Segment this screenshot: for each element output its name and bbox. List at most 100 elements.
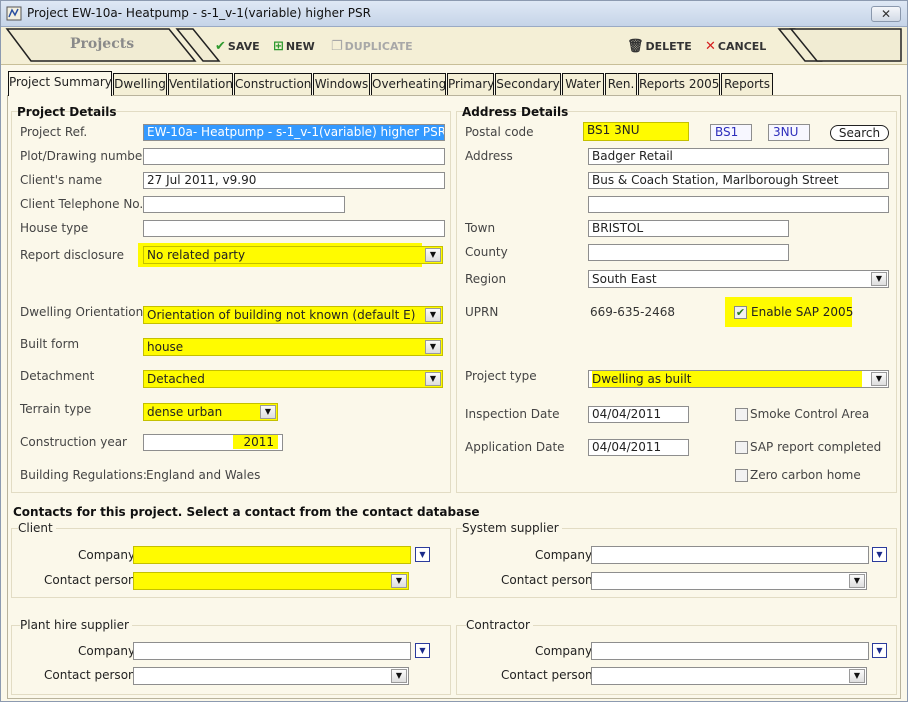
project-type-select[interactable]: Dwelling as built ▼ <box>588 370 889 388</box>
search-button[interactable]: Search <box>830 125 889 141</box>
contractor-company-dropdown-icon[interactable]: ▼ <box>872 643 887 658</box>
new-document-icon: ⊞ <box>273 39 284 54</box>
cancel-button[interactable]: ✕ CANCEL <box>705 39 766 54</box>
project-ref-input[interactable]: EW-10a- Heatpump - s-1_v-1(variable) hig… <box>143 124 445 141</box>
project-type-label: Project type <box>465 369 537 383</box>
title-bar: Project EW-10a- Heatpump - s-1_v-1(varia… <box>1 1 907 27</box>
contractor-group-title: Contractor <box>466 618 533 632</box>
address-line3-input[interactable] <box>588 196 889 213</box>
postal-code-part1: BS1 <box>710 124 752 141</box>
chevron-down-icon[interactable]: ▼ <box>871 272 887 286</box>
client-group-title: Client <box>18 521 56 535</box>
report-disclosure-select[interactable]: No related party ▼ <box>143 246 443 264</box>
client-company-label: Company <box>78 548 136 562</box>
supplier-person-select[interactable]: ▼ <box>591 572 867 590</box>
tab-secondary[interactable]: Secondary <box>495 73 561 95</box>
tab-primary[interactable]: Primary <box>447 73 494 95</box>
trash-icon: 🗑 <box>627 39 644 54</box>
plant-hire-group-title: Plant hire supplier <box>20 618 132 632</box>
county-label: County <box>465 245 508 259</box>
building-regs-value: England and Wales <box>146 468 261 482</box>
save-button[interactable]: ✔ SAVE <box>215 39 260 54</box>
tab-windows[interactable]: Windows <box>313 73 370 95</box>
chevron-down-icon[interactable]: ▼ <box>849 574 865 588</box>
tab-water[interactable]: Water <box>562 73 604 95</box>
window-title: Project EW-10a- Heatpump - s-1_v-1(varia… <box>27 6 371 20</box>
tab-overheating[interactable]: Overheating <box>371 73 446 95</box>
address-line2-input[interactable]: Bus & Coach Station, Marlborough Street <box>588 172 889 189</box>
chevron-down-icon[interactable]: ▼ <box>425 248 441 262</box>
tab-ventilation[interactable]: Ventilation <box>168 73 233 95</box>
inspection-date-label: Inspection Date <box>465 407 560 421</box>
tab-project-summary[interactable]: Project Summary <box>8 71 112 96</box>
app-icon <box>6 6 22 21</box>
chevron-down-icon[interactable]: ▼ <box>425 308 441 322</box>
address-details-heading: Address Details <box>462 105 569 119</box>
client-person-select[interactable]: ▼ <box>133 572 409 590</box>
region-label: Region <box>465 272 507 286</box>
postal-code-label: Postal code <box>465 125 534 139</box>
detachment-select[interactable]: Detached ▼ <box>143 370 443 388</box>
smoke-control-checkbox[interactable] <box>735 408 748 421</box>
new-button[interactable]: ⊞ NEW <box>273 39 315 54</box>
supplier-group-title: System supplier <box>462 521 562 535</box>
chevron-down-icon[interactable]: ▼ <box>849 669 865 683</box>
client-company-dropdown-icon[interactable]: ▼ <box>415 547 430 562</box>
terrain-type-label: Terrain type <box>20 402 92 416</box>
built-form-select[interactable]: house ▼ <box>143 338 443 356</box>
tab-construction[interactable]: Construction <box>234 73 312 95</box>
plant-company-select[interactable] <box>133 642 411 660</box>
sap-report-label: SAP report completed <box>750 440 882 454</box>
address-line1-input[interactable]: Badger Retail <box>588 148 889 165</box>
plant-company-dropdown-icon[interactable]: ▼ <box>415 643 430 658</box>
contractor-company-select[interactable] <box>591 642 869 660</box>
contacts-heading: Contacts for this project. Select a cont… <box>13 505 480 519</box>
house-type-label: House type <box>20 221 89 235</box>
county-input[interactable] <box>588 244 789 261</box>
chevron-down-icon[interactable]: ▼ <box>871 372 887 386</box>
client-phone-input[interactable] <box>143 196 345 213</box>
inspection-date-input[interactable]: 04/04/2011 <box>588 406 689 423</box>
delete-button[interactable]: 🗑 DELETE <box>627 39 692 54</box>
construction-year-label: Construction year <box>20 435 127 449</box>
plant-person-label: Contact person <box>44 668 136 682</box>
region-select[interactable]: South East ▼ <box>588 270 889 288</box>
supplier-company-select[interactable] <box>591 546 869 564</box>
uprn-label: UPRN <box>465 305 499 319</box>
project-details-heading: Project Details <box>17 105 117 119</box>
close-button[interactable]: ✕ <box>871 6 901 22</box>
terrain-type-select[interactable]: dense urban ▼ <box>143 403 278 421</box>
projects-section-label[interactable]: Projects <box>70 36 134 52</box>
chevron-down-icon[interactable]: ▼ <box>391 669 407 683</box>
chevron-down-icon[interactable]: ▼ <box>425 372 441 386</box>
chevron-down-icon[interactable]: ▼ <box>260 405 276 419</box>
sap2005-checkbox[interactable]: ✔ <box>734 306 747 319</box>
house-type-input[interactable] <box>143 220 445 237</box>
town-input[interactable]: BRISTOL <box>588 220 789 237</box>
detachment-label: Detachment <box>20 369 95 383</box>
built-form-label: Built form <box>20 337 80 351</box>
plot-number-input[interactable] <box>143 148 445 165</box>
sap-report-checkbox[interactable] <box>735 441 748 454</box>
zero-carbon-checkbox[interactable] <box>735 469 748 482</box>
plant-person-select[interactable]: ▼ <box>133 667 409 685</box>
tab-dwelling[interactable]: Dwelling <box>113 73 167 95</box>
duplicate-button[interactable]: ❐ DUPLICATE <box>331 39 413 54</box>
construction-year-input[interactable]: 2011 <box>143 434 283 451</box>
supplier-company-dropdown-icon[interactable]: ▼ <box>872 547 887 562</box>
address-label: Address <box>465 149 513 163</box>
client-company-select[interactable] <box>133 546 411 564</box>
tab-reports[interactable]: Reports <box>721 73 773 95</box>
chevron-down-icon[interactable]: ▼ <box>425 340 441 354</box>
application-date-input[interactable]: 04/04/2011 <box>588 439 689 456</box>
client-name-input[interactable]: 27 Jul 2011, v9.90 <box>143 172 445 189</box>
zero-carbon-label: Zero carbon home <box>750 468 861 482</box>
check-icon: ✔ <box>215 39 226 54</box>
orientation-select[interactable]: Orientation of building not known (defau… <box>143 306 443 324</box>
postal-code-input[interactable]: BS1 3NU <box>583 122 689 141</box>
contractor-person-label: Contact person <box>501 668 593 682</box>
tab-ren[interactable]: Ren. <box>605 73 637 95</box>
contractor-person-select[interactable]: ▼ <box>591 667 867 685</box>
chevron-down-icon[interactable]: ▼ <box>391 574 407 588</box>
tab-reports-2005[interactable]: Reports 2005 <box>638 73 720 95</box>
